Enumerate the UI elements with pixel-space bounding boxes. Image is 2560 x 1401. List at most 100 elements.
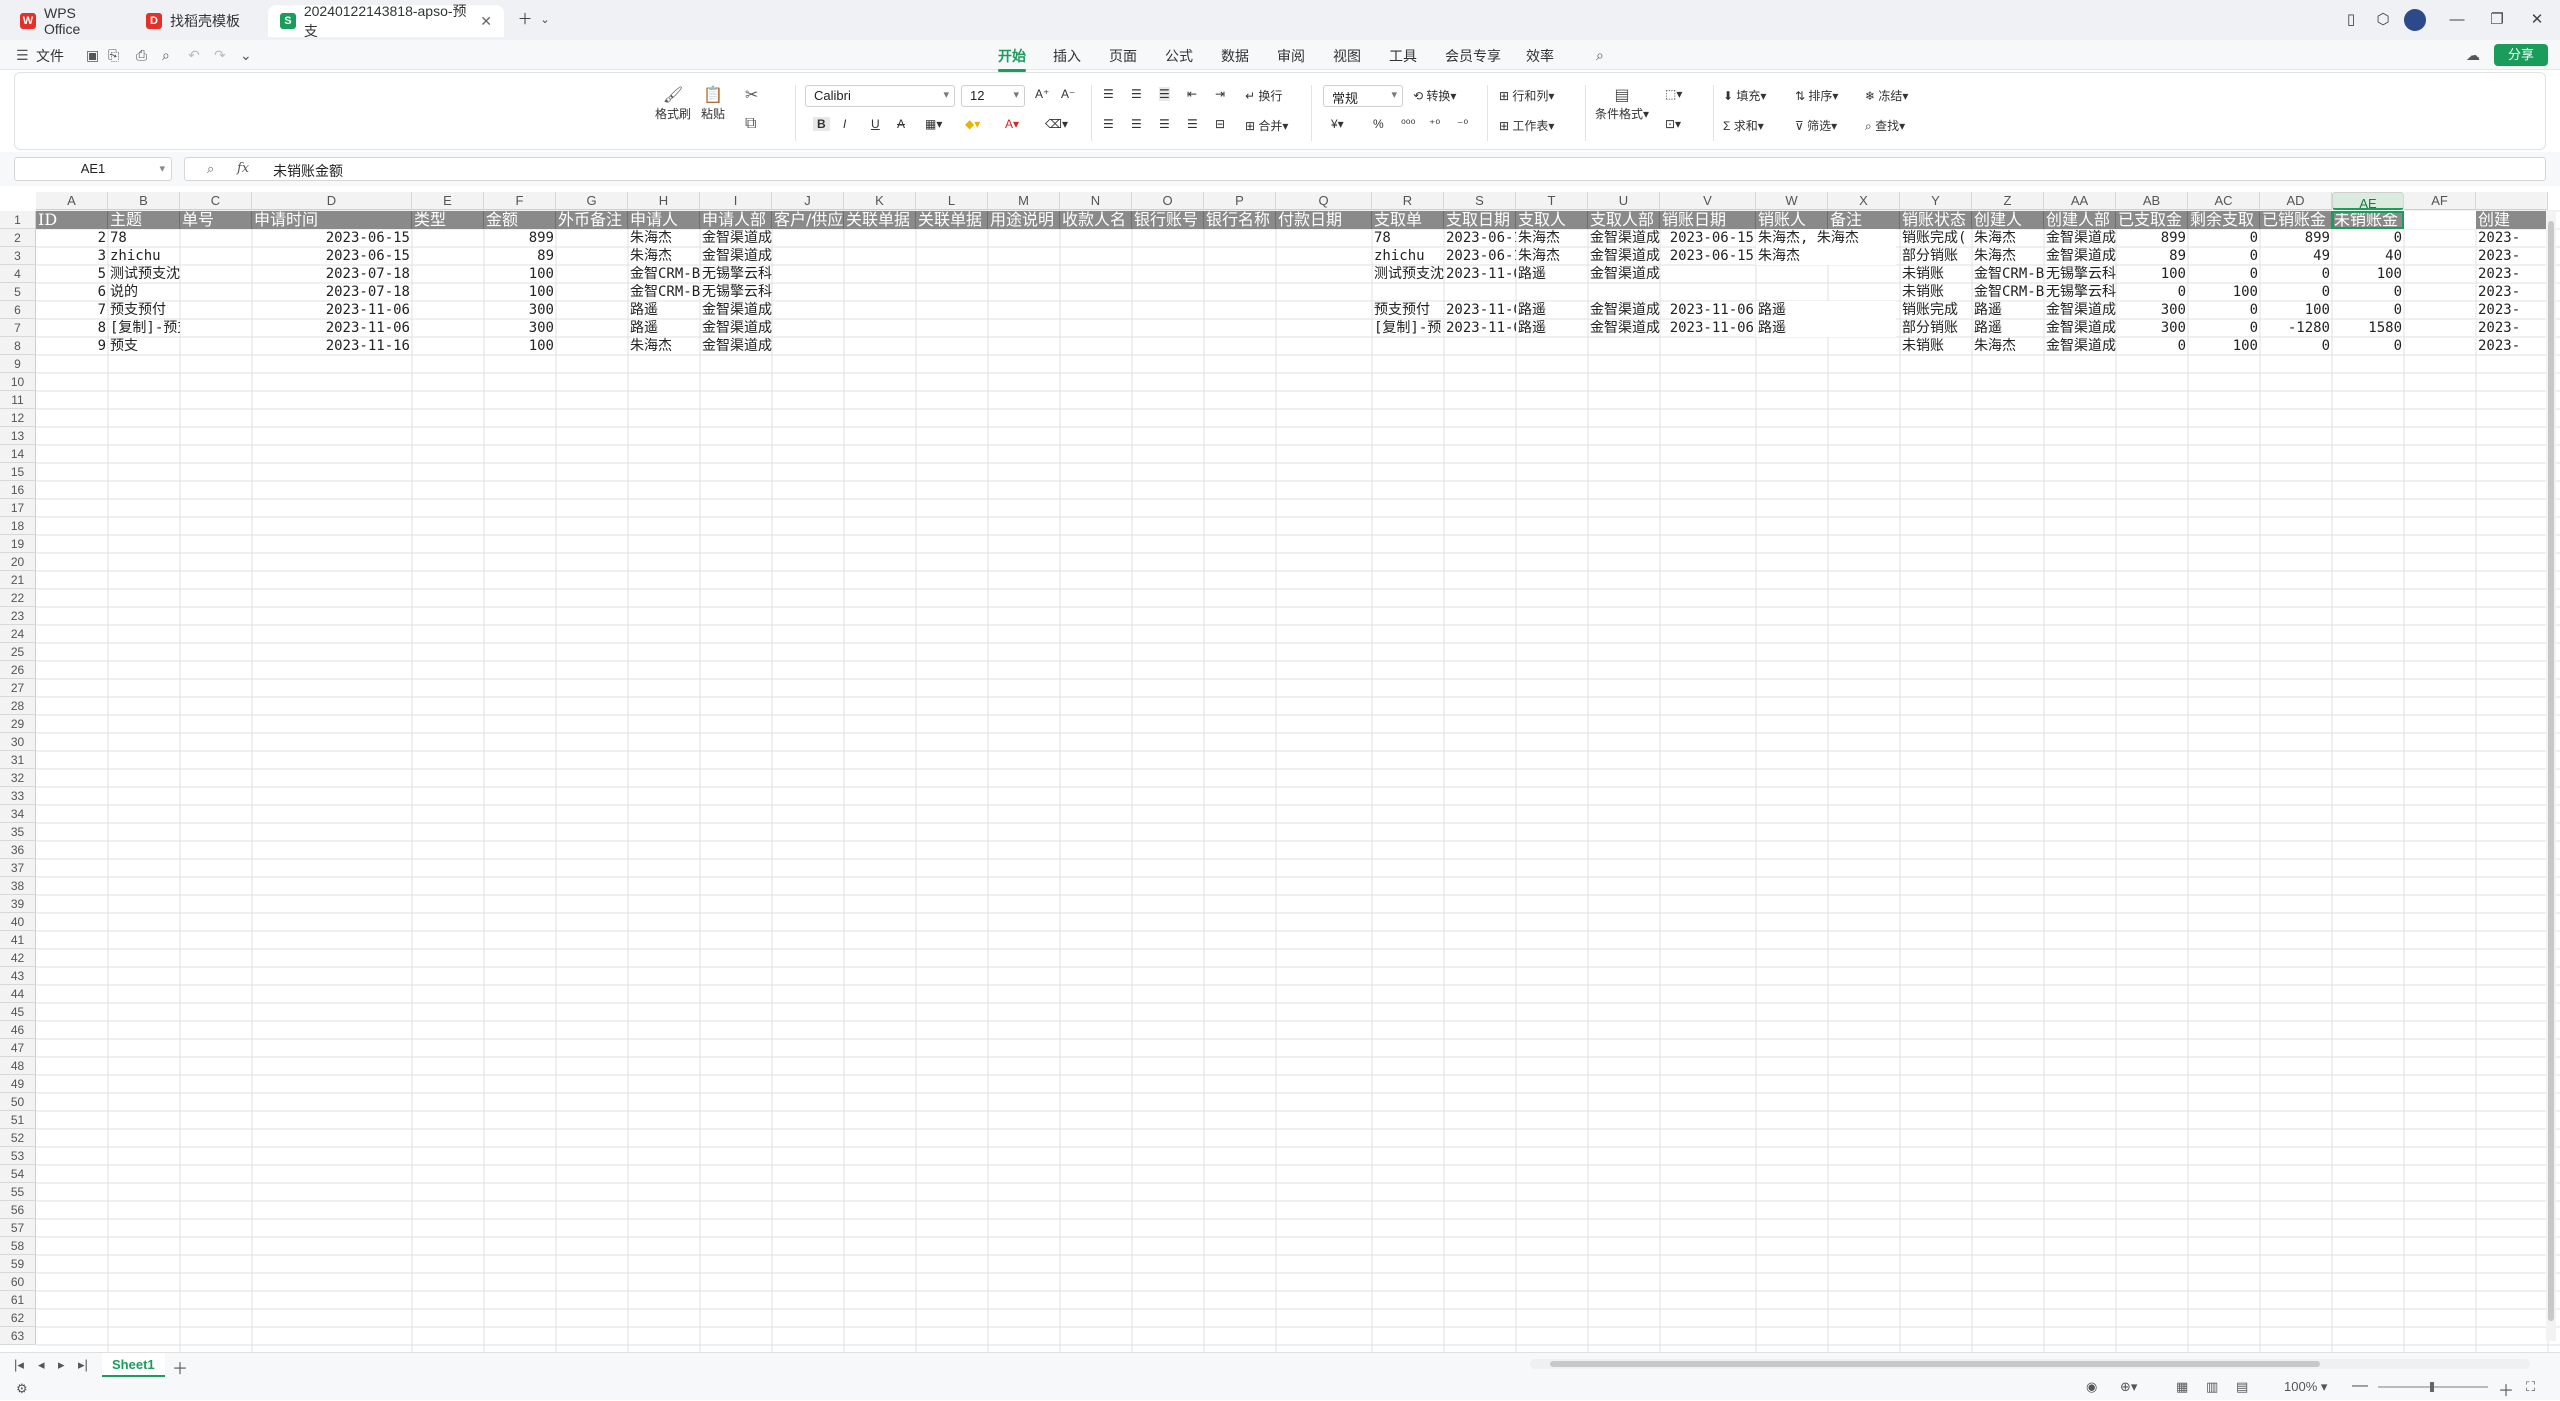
- cell-y8[interactable]: 未销账: [1900, 337, 1972, 355]
- row-header[interactable]: 34: [0, 805, 36, 823]
- column-header-n[interactable]: N: [1060, 192, 1132, 210]
- cell-i4[interactable]: 无锡擎云科技: [700, 265, 772, 283]
- header-cell-z[interactable]: 创建人: [1972, 211, 2044, 229]
- header-cell-af[interactable]: [2404, 211, 2476, 229]
- row-header[interactable]: 13: [0, 427, 36, 445]
- convert-button[interactable]: ⟲ 转换▾: [1413, 87, 1456, 104]
- cell-f7[interactable]: 300: [484, 319, 556, 337]
- row-header[interactable]: 42: [0, 949, 36, 967]
- find-button[interactable]: ⌕ 查找▾: [1865, 117, 1905, 134]
- cell-i7[interactable]: 金智渠道成员: [700, 319, 772, 337]
- cell-b5[interactable]: 说的: [108, 283, 180, 301]
- header-cell-y[interactable]: 销账状态: [1900, 211, 1972, 229]
- header-cell-u[interactable]: 支取人部: [1588, 211, 1660, 229]
- header-cell-ab[interactable]: 已支取金: [2116, 211, 2188, 229]
- cell-b3[interactable]: zhichu: [108, 247, 180, 265]
- sheet-tab-sheet1[interactable]: Sheet1: [102, 1353, 165, 1377]
- header-cell-ad[interactable]: 已销账金: [2260, 211, 2332, 229]
- indent-decrease-icon[interactable]: ⇤: [1187, 87, 1197, 101]
- cloud-icon[interactable]: ☁: [2466, 47, 2480, 64]
- italic-icon[interactable]: I: [843, 117, 846, 131]
- cell-h2[interactable]: 朱海杰: [628, 229, 700, 247]
- cell-t3[interactable]: 朱海杰: [1516, 247, 1588, 265]
- cut-icon[interactable]: ✂: [745, 85, 758, 105]
- cell-d8[interactable]: 2023-11-16: [252, 337, 412, 355]
- cell-y7[interactable]: 部分销账: [1900, 319, 1972, 337]
- strikethrough-icon[interactable]: A: [897, 117, 905, 131]
- copy-icon[interactable]: ⧉: [745, 115, 756, 133]
- cell-t2[interactable]: 朱海杰: [1516, 229, 1588, 247]
- row-header[interactable]: 52: [0, 1129, 36, 1147]
- cell-i2[interactable]: 金智渠道成员: [700, 229, 772, 247]
- clear-format-icon[interactable]: ⌫▾: [1045, 117, 1068, 131]
- cell-h8[interactable]: 朱海杰: [628, 337, 700, 355]
- column-header-w[interactable]: W: [1756, 192, 1828, 210]
- row-header[interactable]: 8: [0, 337, 36, 355]
- column-header-j[interactable]: J: [772, 192, 844, 210]
- cell-r2[interactable]: 78: [1372, 229, 1444, 247]
- number-format-select[interactable]: 常规 ▾: [1323, 85, 1403, 107]
- close-window-icon[interactable]: ✕: [2524, 8, 2550, 32]
- row-header[interactable]: 18: [0, 517, 36, 535]
- cell-aa8[interactable]: 金智渠道成: [2044, 337, 2116, 355]
- header-cell-n[interactable]: 收款人名: [1060, 211, 1132, 229]
- menu-view[interactable]: 视图: [1333, 46, 1361, 66]
- cell-h4[interactable]: 金智CRM-B: [628, 265, 700, 283]
- cell-f8[interactable]: 100: [484, 337, 556, 355]
- fill-color-icon[interactable]: ◆▾: [965, 117, 980, 131]
- row-header[interactable]: 44: [0, 985, 36, 1003]
- percent-icon[interactable]: %: [1373, 117, 1384, 131]
- cell-ab6[interactable]: 300: [2116, 301, 2188, 319]
- cell-b7[interactable]: [复制]-预支预付: [108, 319, 180, 337]
- cell-ag5[interactable]: 2023-: [2476, 283, 2548, 301]
- cell-ac6[interactable]: 0: [2188, 301, 2260, 319]
- cell-aa7[interactable]: 金智渠道成: [2044, 319, 2116, 337]
- cell-i8[interactable]: 金智渠道成员: [700, 337, 772, 355]
- fx-icon[interactable]: fx: [237, 161, 249, 176]
- cell-d6[interactable]: 2023-11-06: [252, 301, 412, 319]
- header-cell-ag[interactable]: 创建: [2476, 211, 2548, 229]
- thousands-icon[interactable]: ⁰⁰⁰: [1401, 117, 1415, 131]
- row-header[interactable]: 5: [0, 283, 36, 301]
- row-header[interactable]: 21: [0, 571, 36, 589]
- column-header-af[interactable]: AF: [2404, 192, 2476, 210]
- header-cell-j[interactable]: 客户/供应: [772, 211, 844, 229]
- zoom-formula-icon[interactable]: ⌕: [207, 161, 214, 177]
- cell-ac4[interactable]: 0: [2188, 265, 2260, 283]
- column-header-i[interactable]: I: [700, 192, 772, 210]
- align-left-icon[interactable]: ☰: [1103, 117, 1114, 131]
- cell-s4[interactable]: 2023-11-04: [1444, 265, 1516, 283]
- cell-w3[interactable]: 朱海杰: [1756, 247, 1896, 265]
- cell-ag8[interactable]: 2023-: [2476, 337, 2548, 355]
- page-layout-icon[interactable]: ▥: [2206, 1379, 2218, 1395]
- column-header-c[interactable]: C: [180, 192, 252, 210]
- header-cell-h[interactable]: 申请人: [628, 211, 700, 229]
- cell-a4[interactable]: 5: [36, 265, 108, 283]
- cell-t4[interactable]: 路遥: [1516, 265, 1588, 283]
- zoom-level[interactable]: 100% ▾: [2284, 1379, 2327, 1395]
- cell-u7[interactable]: 金智渠道成: [1588, 319, 1660, 337]
- column-header-x[interactable]: X: [1828, 192, 1900, 210]
- cell-ag7[interactable]: 2023-: [2476, 319, 2548, 337]
- cube-icon[interactable]: ⬡: [2370, 8, 2396, 32]
- filter-button[interactable]: ⊽ 筛选▾: [1795, 117, 1837, 134]
- column-header-s[interactable]: S: [1444, 192, 1516, 210]
- save-icon[interactable]: ▣: [86, 47, 99, 64]
- header-cell-e[interactable]: 类型: [412, 211, 484, 229]
- column-header-k[interactable]: K: [844, 192, 916, 210]
- cell-ab5[interactable]: 0: [2116, 283, 2188, 301]
- cell-u3[interactable]: 金智渠道成: [1588, 247, 1660, 265]
- last-sheet-icon[interactable]: ▸|: [78, 1357, 88, 1373]
- fill-button[interactable]: ⬇ 填充▾: [1723, 87, 1766, 104]
- menu-review[interactable]: 审阅: [1277, 46, 1305, 66]
- menu-home[interactable]: 开始: [998, 46, 1026, 72]
- font-color-icon[interactable]: A▾: [1005, 117, 1019, 131]
- cell-ag6[interactable]: 2023-: [2476, 301, 2548, 319]
- header-cell-c[interactable]: 单号: [180, 211, 252, 229]
- prev-sheet-icon[interactable]: ◂: [38, 1357, 45, 1373]
- cell-ab3[interactable]: 89: [2116, 247, 2188, 265]
- hamburger-icon[interactable]: ☰: [16, 47, 29, 64]
- row-header[interactable]: 17: [0, 499, 36, 517]
- cell-d2[interactable]: 2023-06-15: [252, 229, 412, 247]
- cell-ae3[interactable]: 40: [2332, 247, 2404, 265]
